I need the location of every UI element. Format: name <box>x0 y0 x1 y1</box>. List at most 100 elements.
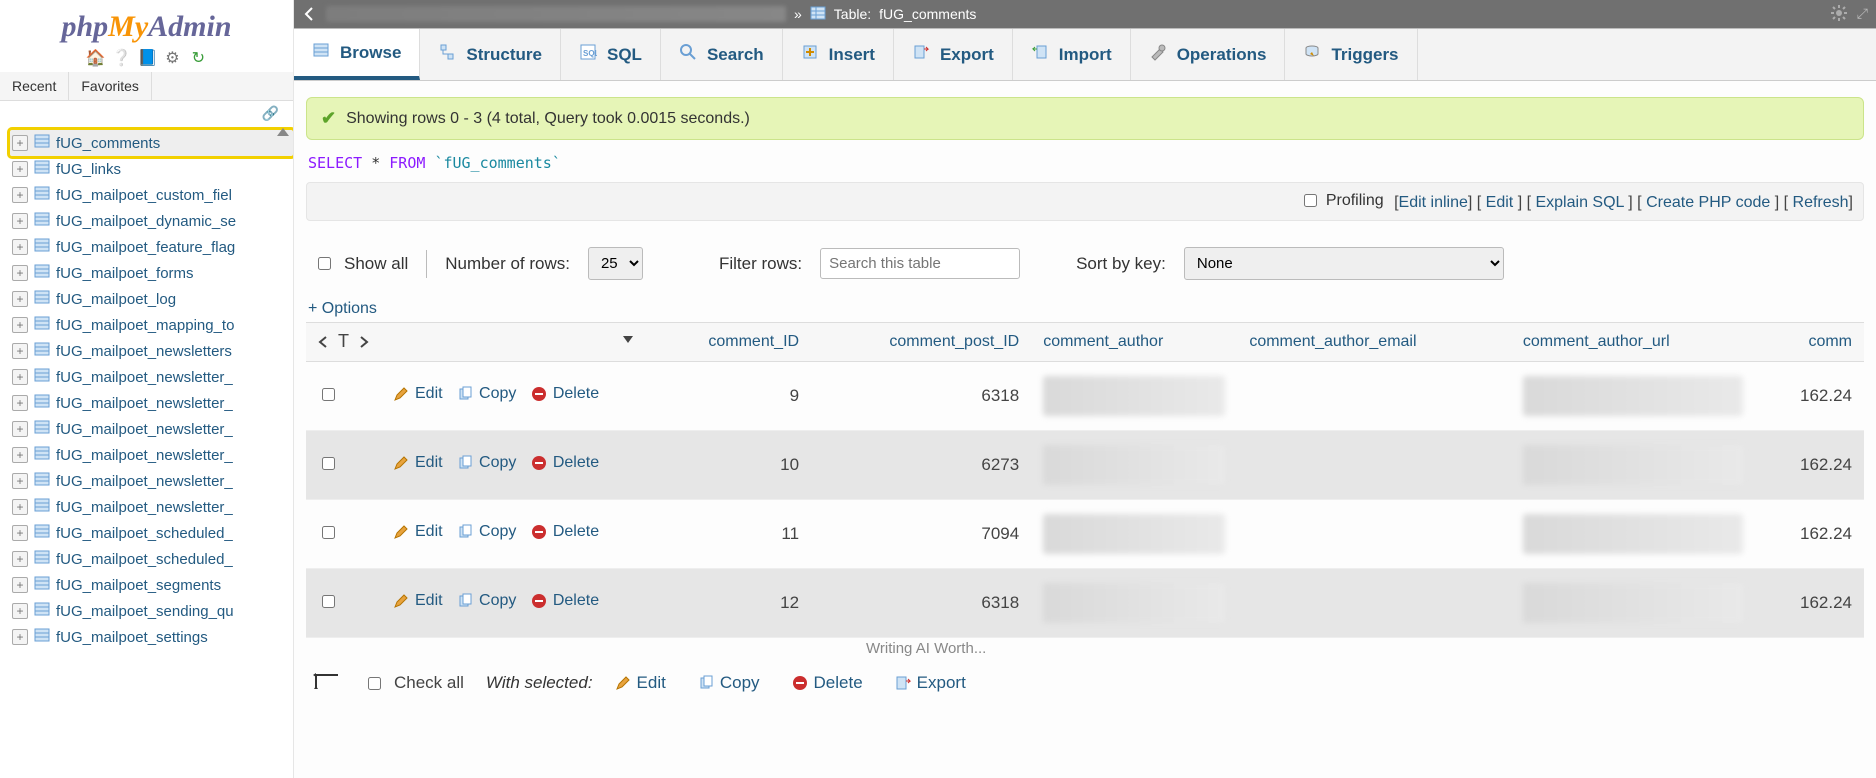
expand-icon[interactable]: + <box>12 135 28 151</box>
tree-item-fUG_mailpoet_log[interactable]: + fUG_mailpoet_log <box>10 286 293 312</box>
tree-item-fUG_mailpoet_newsletter_[interactable]: + fUG_mailpoet_newsletter_ <box>10 442 293 468</box>
show-all-checkbox[interactable]: Show all <box>314 254 408 274</box>
expand-icon[interactable]: + <box>12 265 28 281</box>
expand-icon[interactable]: + <box>12 395 28 411</box>
row-copy[interactable]: Copy <box>457 523 516 541</box>
expand-icon[interactable]: + <box>12 603 28 619</box>
home-icon[interactable]: 🏠 <box>86 48 104 66</box>
tab-insert[interactable]: Insert <box>783 29 894 80</box>
help-icon[interactable]: ❔ <box>112 48 130 66</box>
filter-rows-input[interactable] <box>820 248 1020 279</box>
col-comment-id[interactable]: comment_ID <box>647 323 811 362</box>
check-all[interactable]: Check all <box>364 673 464 693</box>
refresh-link[interactable]: Refresh <box>1793 194 1849 211</box>
tree-item-fUG_mailpoet_newsletter_[interactable]: + fUG_mailpoet_newsletter_ <box>10 364 293 390</box>
tab-import[interactable]: Import <box>1013 29 1131 80</box>
row-delete[interactable]: Delete <box>531 592 599 610</box>
sidebar-collapse-icon[interactable] <box>302 6 318 22</box>
bulk-copy[interactable]: Copy <box>698 673 760 693</box>
bulk-delete[interactable]: Delete <box>792 673 863 693</box>
settings-icon[interactable]: ⚙ <box>163 48 181 66</box>
row-delete[interactable]: Delete <box>531 523 599 541</box>
expand-icon[interactable]: + <box>12 239 28 255</box>
options-toggle[interactable]: + Options <box>306 294 1864 322</box>
docs-icon[interactable]: 📘 <box>138 48 156 66</box>
row-checkbox[interactable] <box>322 457 335 470</box>
tab-export[interactable]: Export <box>894 29 1013 80</box>
row-edit[interactable]: Edit <box>393 454 443 472</box>
tree-item-fUG_mailpoet_newsletter_[interactable]: + fUG_mailpoet_newsletter_ <box>10 494 293 520</box>
bulk-export[interactable]: Export <box>895 673 966 693</box>
expand-icon[interactable]: + <box>12 629 28 645</box>
reload-icon[interactable]: ↻ <box>189 48 207 66</box>
col-comment-author-email[interactable]: comment_author_email <box>1237 323 1511 362</box>
explain-sql-link[interactable]: Explain SQL <box>1535 194 1623 211</box>
tab-search[interactable]: Search <box>661 29 783 80</box>
row-edit[interactable]: Edit <box>393 523 443 541</box>
expand-icon[interactable]: + <box>12 421 28 437</box>
tree-scroll-up-icon[interactable] <box>277 128 289 136</box>
tree-item-fUG_mailpoet_sending_qu[interactable]: + fUG_mailpoet_sending_qu <box>10 598 293 624</box>
expand-icon[interactable]: + <box>12 525 28 541</box>
num-rows-select[interactable]: 25 <box>588 247 643 280</box>
page-settings-icon[interactable] <box>1831 5 1847 24</box>
tab-structure[interactable]: Structure <box>420 29 561 80</box>
expand-icon[interactable]: + <box>12 213 28 229</box>
tree-item-fUG_mailpoet_custom_fiel[interactable]: + fUG_mailpoet_custom_fiel <box>10 182 293 208</box>
expand-icon[interactable]: + <box>12 343 28 359</box>
tab-sql[interactable]: SQLSQL <box>561 29 661 80</box>
tree-item-fUG_comments[interactable]: + fUG_comments <box>10 130 293 156</box>
row-delete[interactable]: Delete <box>531 454 599 472</box>
tab-operations[interactable]: Operations <box>1131 29 1286 80</box>
row-copy[interactable]: Copy <box>457 385 516 403</box>
tree-item-fUG_mailpoet_mapping_to[interactable]: + fUG_mailpoet_mapping_to <box>10 312 293 338</box>
edit-link[interactable]: Edit <box>1486 194 1514 211</box>
expand-icon[interactable]: + <box>12 161 28 177</box>
expand-icon[interactable]: + <box>12 499 28 515</box>
col-comment-more[interactable]: comm <box>1755 323 1864 362</box>
row-delete[interactable]: Delete <box>531 385 599 403</box>
tree-item-fUG_links[interactable]: + fUG_links <box>10 156 293 182</box>
expand-icon[interactable]: + <box>12 369 28 385</box>
tree-item-fUG_mailpoet_settings[interactable]: + fUG_mailpoet_settings <box>10 624 293 650</box>
row-copy[interactable]: Copy <box>457 592 516 610</box>
expand-icon[interactable]: + <box>12 187 28 203</box>
profiling-checkbox[interactable]: Profiling <box>1300 191 1384 210</box>
sidebar-tab-recent[interactable]: Recent <box>0 72 69 100</box>
row-edit[interactable]: Edit <box>393 385 443 403</box>
expand-icon[interactable]: + <box>12 551 28 567</box>
create-php-link[interactable]: Create PHP code <box>1646 194 1770 211</box>
expand-icon[interactable]: + <box>12 317 28 333</box>
tree-item-fUG_mailpoet_segments[interactable]: + fUG_mailpoet_segments <box>10 572 293 598</box>
tree-item-fUG_mailpoet_scheduled_[interactable]: + fUG_mailpoet_scheduled_ <box>10 520 293 546</box>
tab-triggers[interactable]: Triggers <box>1285 29 1417 80</box>
col-comment-author-url[interactable]: comment_author_url <box>1511 323 1755 362</box>
expand-icon[interactable]: + <box>12 577 28 593</box>
col-nav[interactable]: T <box>306 323 381 362</box>
tree-item-fUG_mailpoet_newsletters[interactable]: + fUG_mailpoet_newsletters <box>10 338 293 364</box>
sidebar-tab-favorites[interactable]: Favorites <box>69 72 152 100</box>
tab-browse[interactable]: Browse <box>294 29 420 80</box>
tree-item-fUG_mailpoet_dynamic_se[interactable]: + fUG_mailpoet_dynamic_se <box>10 208 293 234</box>
bulk-edit[interactable]: Edit <box>615 673 666 693</box>
col-sort-indicator[interactable] <box>561 323 647 362</box>
tree-item-fUG_mailpoet_newsletter_[interactable]: + fUG_mailpoet_newsletter_ <box>10 468 293 494</box>
tree-item-fUG_mailpoet_feature_flag[interactable]: + fUG_mailpoet_feature_flag <box>10 234 293 260</box>
row-copy[interactable]: Copy <box>457 454 516 472</box>
sort-key-select[interactable]: None <box>1184 247 1504 280</box>
col-comment-author[interactable]: comment_author <box>1031 323 1237 362</box>
row-checkbox[interactable] <box>322 388 335 401</box>
tree-item-fUG_mailpoet_newsletter_[interactable]: + fUG_mailpoet_newsletter_ <box>10 390 293 416</box>
row-edit[interactable]: Edit <box>393 592 443 610</box>
row-checkbox[interactable] <box>322 526 335 539</box>
row-checkbox[interactable] <box>322 595 335 608</box>
tree-item-fUG_mailpoet_scheduled_[interactable]: + fUG_mailpoet_scheduled_ <box>10 546 293 572</box>
col-comment-post-id[interactable]: comment_post_ID <box>811 323 1031 362</box>
expand-icon[interactable]: + <box>12 447 28 463</box>
exit-icon[interactable]: ⤢ <box>1857 5 1868 24</box>
tree-item-fUG_mailpoet_newsletter_[interactable]: + fUG_mailpoet_newsletter_ <box>10 416 293 442</box>
expand-icon[interactable]: + <box>12 291 28 307</box>
sidebar-link-icon[interactable]: 🔗 <box>0 101 293 126</box>
tree-item-fUG_mailpoet_forms[interactable]: + fUG_mailpoet_forms <box>10 260 293 286</box>
edit-inline-link[interactable]: Edit inline <box>1399 194 1468 211</box>
